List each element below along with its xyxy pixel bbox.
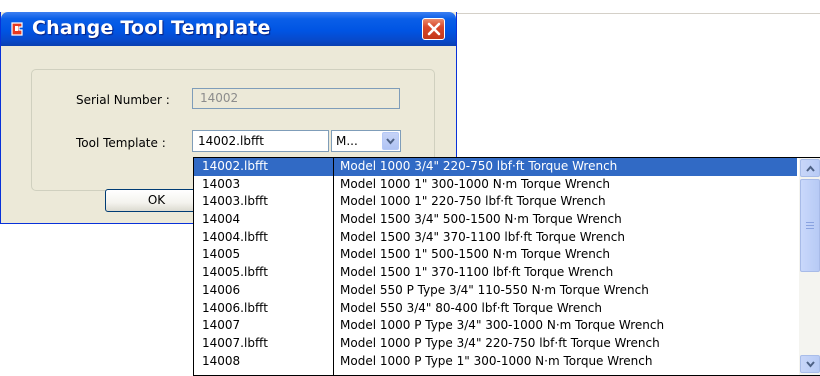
list-item-id: 14002.lbfft <box>202 159 268 173</box>
column-divider <box>333 158 334 376</box>
tool-template-label: Tool Template : <box>76 136 166 150</box>
template-list: 14002.lbfft Model 1000 3/4" 220-750 lbf·f… <box>194 158 797 376</box>
dropdown-arrow-button[interactable] <box>382 132 399 150</box>
scroll-down-button[interactable] <box>800 355 820 373</box>
list-item-id: 14003.lbfft <box>202 194 268 209</box>
close-button[interactable] <box>422 18 445 40</box>
list-item-description: Model 1000 P Type 3/4" 300-1000 N·m Torq… <box>340 318 665 333</box>
list-item[interactable]: 14008 Model 1000 P Type 1" 300-1000 N·m T… <box>194 353 797 371</box>
list-item[interactable]: 14002.lbfft Model 1000 3/4" 220-750 lbf·f… <box>194 158 797 176</box>
list-item[interactable]: 14006.lbfft Model 550 3/4" 80-400 lbf·ft … <box>194 300 797 318</box>
list-item[interactable]: 14003.lbfft Model 1000 1" 220-750 lbf·ft … <box>194 193 797 211</box>
serial-number-label: Serial Number : <box>76 93 170 107</box>
list-item-id: 14007.lbfft <box>202 335 268 350</box>
app-icon <box>9 21 25 37</box>
screen: Change Tool Template Serial Number : 140… <box>0 0 820 376</box>
list-item[interactable]: 14003 Model 1000 1" 300-1000 N·m Torque W… <box>194 176 797 194</box>
list-item-description: Model 1500 1" 370-1100 lbf·ft Torque Wre… <box>340 265 614 280</box>
list-item-id: 14005.lbfft <box>202 265 268 280</box>
list-item-description: Model 550 P Type 3/4" 110-550 N·m Torque… <box>340 282 649 297</box>
list-item-id: 14007 <box>202 318 241 333</box>
list-item-description: Model 1000 1" 300-1000 N·m Torque Wrench <box>340 176 611 191</box>
list-item[interactable]: 14007 Model 1000 P Type 3/4" 300-1000 N·m… <box>194 317 797 335</box>
list-item[interactable]: 14004 Model 1500 3/4" 500-1500 N·m Torque… <box>194 211 797 229</box>
list-item-description: Model 1000 P Type 1" 300-1000 N·m Torque… <box>340 353 653 368</box>
serial-number-field: 14002 <box>192 88 400 109</box>
scrollbar-grip <box>806 222 814 223</box>
list-item[interactable]: 14005.lbfft Model 1500 1" 370-1100 lbf·ft… <box>194 264 797 282</box>
tool-template-dropdown-value: M... <box>336 134 358 148</box>
scrollbar-grip <box>806 228 814 229</box>
list-item-id: 14005 <box>202 247 241 262</box>
list-item-description: Model 1500 3/4" 370-1100 lbf·ft Torque W… <box>340 229 625 244</box>
list-item-id: 14004.lbfft <box>202 229 268 244</box>
tool-template-dropdown[interactable]: M... <box>331 130 401 152</box>
list-item[interactable]: 14004.lbfft Model 1500 3/4" 370-1100 lbf·… <box>194 229 797 247</box>
tool-template-field[interactable]: 14002.lbfft <box>192 130 329 152</box>
list-item-description: Model 1000 1" 220-750 lbf·ft Torque Wren… <box>340 194 606 209</box>
list-item-id: 14003 <box>202 176 241 191</box>
list-item-description: Model 1500 3/4" 500-1500 N·m Torque Wren… <box>340 212 622 227</box>
vertical-scrollbar[interactable] <box>798 158 820 375</box>
scrollbar-thumb[interactable] <box>800 179 820 272</box>
list-item-id: 14008 <box>202 353 241 368</box>
background-divider <box>457 13 820 14</box>
list-item-description: Model 1500 1" 500-1500 N·m Torque Wrench <box>340 247 611 262</box>
list-item[interactable]: 14005 Model 1500 1" 500-1500 N·m Torque W… <box>194 246 797 264</box>
list-item-id: 14006.lbfft <box>202 300 268 315</box>
list-item[interactable]: 14007.lbfft Model 1000 P Type 3/4" 220-75… <box>194 335 797 353</box>
list-item-id: 14004 <box>202 212 241 227</box>
list-item[interactable]: 14006 Model 550 P Type 3/4" 110-550 N·m T… <box>194 282 797 300</box>
dialog-title: Change Tool Template <box>32 17 271 39</box>
scroll-up-button[interactable] <box>800 159 820 177</box>
title-bar[interactable]: Change Tool Template <box>1 12 456 46</box>
list-item-id: 14006 <box>202 282 241 297</box>
template-dropdown-list: 14002.lbfft Model 1000 3/4" 220-750 lbf·f… <box>193 157 820 376</box>
list-item-description: Model 1000 P Type 3/4" 220-750 lbf·ft To… <box>340 335 660 350</box>
list-item-description: Model 550 3/4" 80-400 lbf·ft Torque Wren… <box>340 300 603 315</box>
list-item-description: Model 1000 3/4" 220-750 lbf·ft Torque Wr… <box>340 159 618 173</box>
scrollbar-grip <box>806 225 814 226</box>
